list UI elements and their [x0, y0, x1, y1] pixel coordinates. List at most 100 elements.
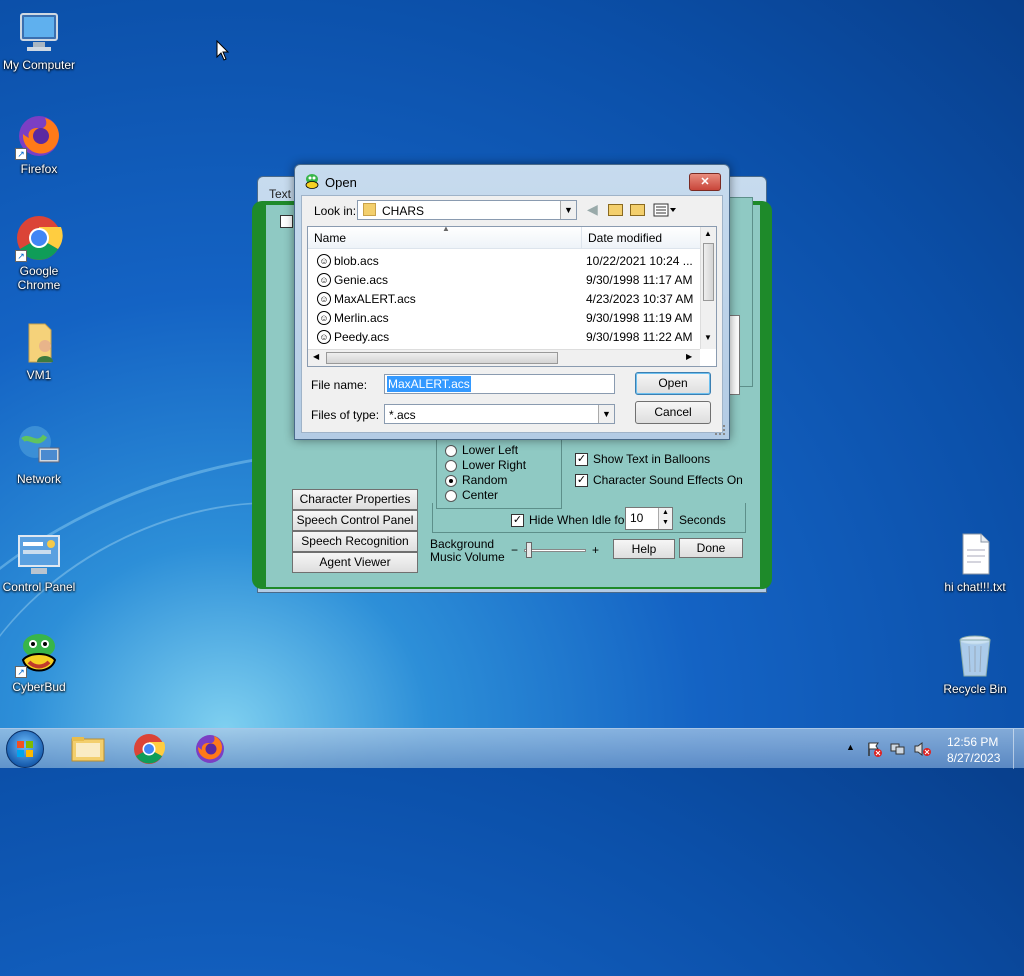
desktop-icon-vm1[interactable]: VM1 — [0, 318, 78, 382]
file-name: Merlin.acs — [334, 311, 389, 325]
radio-lower-left[interactable] — [445, 445, 457, 457]
agent-viewer-button[interactable]: Agent Viewer — [292, 552, 418, 573]
column-name-label: Name — [314, 231, 347, 245]
radio-random[interactable] — [445, 475, 457, 487]
show-desktop-button[interactable] — [1013, 729, 1024, 769]
agent-window-title: Text — [269, 187, 292, 201]
files-of-type-value: *.acs — [389, 408, 416, 422]
scroll-left-icon[interactable]: ◀ — [313, 352, 319, 361]
column-header-date[interactable]: Date modified — [582, 227, 702, 249]
desktop-icon-firefox[interactable]: ↗ Firefox — [0, 112, 78, 176]
scroll-up-icon[interactable]: ▲ — [704, 229, 712, 238]
desktop-icon-chrome[interactable]: ↗ Google Chrome — [0, 214, 78, 292]
horizontal-scroll-thumb[interactable] — [326, 352, 558, 364]
speech-recognition-button[interactable]: Speech Recognition — [292, 531, 418, 552]
close-button[interactable]: ✕ — [689, 173, 721, 191]
agent-top-checkbox[interactable] — [280, 215, 293, 228]
file-row[interactable]: ☺ blob.acs 10/22/2021 10:24 ... — [308, 252, 700, 271]
open-button[interactable]: Open — [635, 372, 711, 395]
new-folder-icon[interactable] — [630, 204, 645, 216]
control-panel-icon — [15, 530, 63, 578]
text-file-icon — [951, 530, 999, 578]
chrome-icon: ↗ — [15, 214, 63, 262]
file-date: 9/30/1998 11:19 AM — [586, 311, 693, 325]
volume-slider-thumb[interactable] — [526, 542, 532, 558]
desktop-icon-cyberbud[interactable]: ↗ CyberBud — [0, 630, 78, 694]
files-of-type-dropdown[interactable]: *.acs ▼ — [384, 404, 615, 424]
desktop-icon-recycle-bin[interactable]: Recycle Bin — [936, 632, 1014, 696]
desktop-icon-label: CyberBud — [12, 680, 66, 694]
sound-effects-checkbox[interactable]: ✓ — [575, 474, 588, 487]
up-folder-icon[interactable] — [608, 204, 623, 216]
desktop-icon-label: VM1 — [26, 368, 52, 382]
scroll-right-icon[interactable]: ▶ — [686, 352, 692, 361]
bg-music-label: Music Volume — [430, 550, 505, 564]
cyberbud-icon: ↗ — [15, 630, 63, 678]
clock-date[interactable]: 8/27/2023 — [947, 751, 1000, 765]
horizontal-scrollbar[interactable]: ◀ ▶ — [308, 349, 700, 366]
recycle-bin-icon — [951, 632, 999, 680]
network-icon — [15, 422, 63, 470]
back-arrow-icon[interactable]: ◀ — [587, 201, 598, 218]
radio-lower-right[interactable] — [445, 460, 457, 472]
mouse-cursor-icon — [216, 39, 230, 65]
taskbar-chrome[interactable] — [121, 731, 177, 767]
open-dialog[interactable]: Open ✕ Look in: CHARS ▼ ◀ Name ▲ Date mo… — [294, 164, 730, 440]
cancel-button[interactable]: Cancel — [635, 401, 711, 424]
scroll-down-icon[interactable]: ▼ — [704, 333, 712, 342]
file-row[interactable]: ☺ Merlin.acs 9/30/1998 11:19 AM — [308, 309, 700, 328]
file-list[interactable]: Name ▲ Date modified ☺ blob.acs 10/22/20… — [307, 226, 717, 367]
bg-music-label: Background — [430, 537, 495, 551]
network-tray-icon[interactable] — [890, 741, 906, 757]
look-in-dropdown[interactable]: CHARS ▼ — [357, 200, 577, 220]
desktop-icon-label: Firefox — [20, 162, 58, 176]
taskbar-firefox[interactable] — [182, 731, 238, 767]
desktop-icon-my-computer[interactable]: My Computer — [0, 8, 78, 72]
file-name: blob.acs — [334, 254, 379, 268]
radio-label: Center — [462, 488, 499, 502]
action-center-flag-icon[interactable] — [866, 741, 882, 757]
speech-control-panel-button[interactable]: Speech Control Panel — [292, 510, 418, 531]
idle-seconds-spinner[interactable]: 10 ▲ ▼ — [625, 507, 673, 530]
shortcut-arrow-icon: ↗ — [15, 666, 27, 678]
desktop-icon-text-file[interactable]: hi chat!!!.txt — [936, 530, 1014, 594]
vertical-scrollbar[interactable]: ▲ ▼ — [700, 227, 716, 349]
file-row[interactable]: ☺ MaxALERT.acs 4/23/2023 10:37 AM — [308, 290, 700, 309]
files-of-type-label: Files of type: — [311, 408, 380, 422]
user-folder-icon — [15, 318, 63, 366]
vertical-scroll-thumb[interactable] — [703, 243, 714, 301]
spinner-arrows-icon[interactable]: ▲ ▼ — [658, 508, 672, 529]
agent-file-icon: ☺ — [317, 273, 331, 287]
view-menu-icon[interactable] — [653, 203, 677, 217]
shortcut-arrow-icon: ↗ — [15, 250, 27, 262]
taskbar-explorer[interactable] — [60, 731, 116, 767]
radio-label: Lower Left — [462, 443, 519, 457]
chevron-down-icon: ▼ — [598, 405, 614, 423]
resize-grip-icon[interactable] — [715, 425, 725, 435]
hide-idle-label: Hide When Idle for — [529, 513, 629, 527]
done-button[interactable]: Done — [679, 538, 743, 558]
radio-label: Random — [462, 473, 508, 487]
column-date-label: Date modified — [588, 231, 663, 245]
tray-arrow-icon[interactable]: ▲ — [846, 742, 855, 752]
file-row[interactable]: ☺ Peedy.acs 9/30/1998 11:22 AM — [308, 328, 700, 347]
folder-icon — [71, 737, 105, 762]
help-button[interactable]: Help — [613, 539, 675, 559]
desktop-icon-network[interactable]: Network — [0, 422, 78, 486]
firefox-icon: ↗ — [15, 112, 63, 160]
agent-file-icon: ☺ — [317, 254, 331, 268]
computer-icon — [15, 8, 63, 56]
desktop-icon-label: hi chat!!!.txt — [944, 580, 1006, 594]
file-date: 9/30/1998 11:17 AM — [586, 273, 693, 287]
clock-time[interactable]: 12:56 PM — [947, 735, 998, 749]
radio-center[interactable] — [445, 490, 457, 502]
desktop-icon-control-panel[interactable]: Control Panel — [0, 530, 78, 594]
start-button[interactable] — [6, 730, 44, 768]
file-name-input[interactable]: MaxALERT.acs — [384, 374, 615, 394]
show-balloons-checkbox[interactable]: ✓ — [575, 453, 588, 466]
volume-slider-track[interactable] — [524, 549, 586, 552]
volume-muted-icon[interactable] — [914, 741, 932, 757]
character-properties-button[interactable]: Character Properties — [292, 489, 418, 510]
hide-idle-checkbox[interactable]: ✓ — [511, 514, 524, 527]
file-row[interactable]: ☺ Genie.acs 9/30/1998 11:17 AM — [308, 271, 700, 290]
